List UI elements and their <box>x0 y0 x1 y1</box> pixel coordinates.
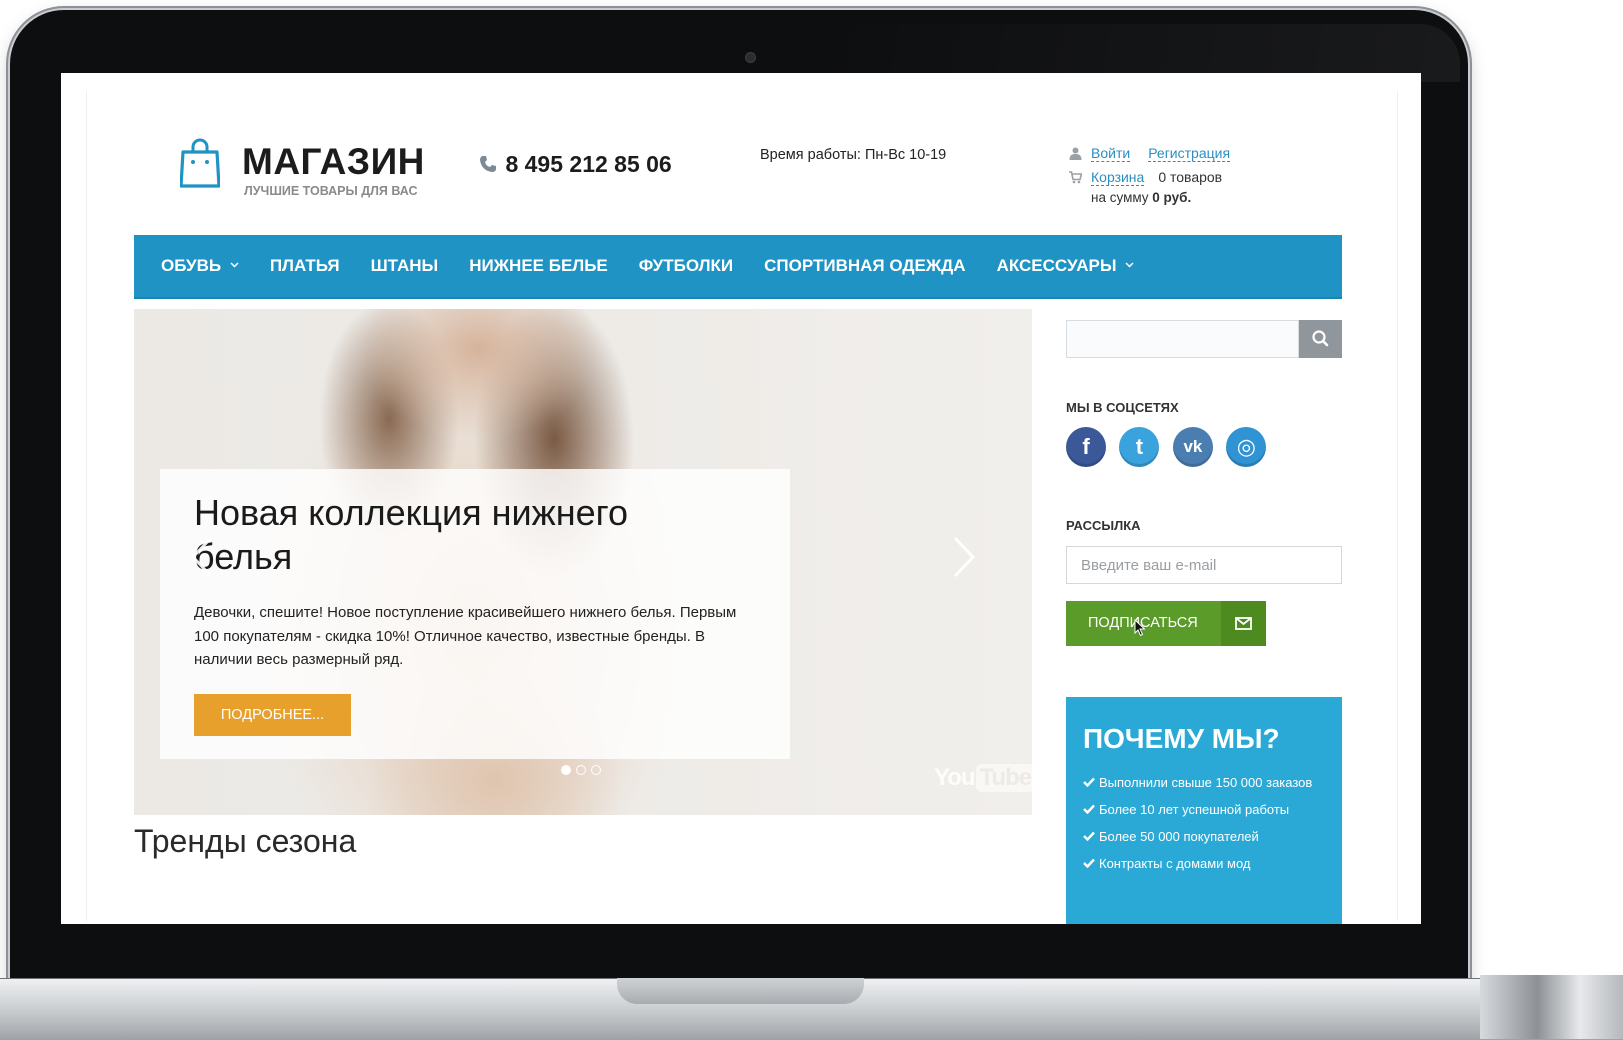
subscribe-button[interactable]: ПОДПИСАТЬСЯ <box>1066 601 1266 646</box>
section-title-trends: Тренды сезона <box>134 823 357 859</box>
camera-icon <box>745 52 756 63</box>
slider-dot[interactable] <box>561 765 571 775</box>
check-icon <box>1083 777 1095 787</box>
why-us-list: Выполнили свыше 150 000 заказов Более 10… <box>1083 769 1312 877</box>
laptop-screen: МАГАЗИН ЛУЧШИЕ ТОВАРЫ ДЛЯ ВАС 8 495 212 … <box>61 73 1421 924</box>
why-us-title: ПОЧЕМУ МЫ? <box>1083 723 1280 754</box>
nav-item-shoes[interactable]: ОБУВЬ <box>134 235 254 297</box>
list-item: Более 50 000 покупателей <box>1083 823 1312 850</box>
hero-slider[interactable]: Новая коллекция нижнего белья Девочки, с… <box>134 309 1032 815</box>
cart-sum: на сумму 0 руб. <box>1091 190 1191 205</box>
list-item: Более 10 лет успешной работы <box>1083 796 1312 823</box>
nav-item-pants[interactable]: ШТАНЫ <box>355 235 454 297</box>
phone-block: 8 495 212 85 06 <box>479 151 672 178</box>
more-button[interactable]: ПОДРОБНЕЕ... <box>194 694 351 736</box>
laptop-base-notch <box>617 978 864 1004</box>
cart-sum-label: на сумму <box>1091 190 1149 205</box>
slide-caption: Новая коллекция нижнего белья Девочки, с… <box>160 469 790 759</box>
newsletter-title: РАССЫЛКА <box>1066 518 1141 533</box>
envelope-icon <box>1235 617 1252 630</box>
vk-icon[interactable]: vk <box>1172 427 1213 467</box>
cart-count: 0 товаров <box>1158 169 1223 185</box>
slider-dots <box>561 762 606 780</box>
slider-dot[interactable] <box>576 765 586 775</box>
login-link[interactable]: Войти <box>1091 145 1131 162</box>
check-icon <box>1083 804 1095 814</box>
register-link[interactable]: Регистрация <box>1148 145 1231 162</box>
twitter-icon[interactable]: t <box>1119 427 1160 467</box>
cart-sum-value: 0 руб. <box>1152 190 1192 205</box>
logo-subtitle: ЛУЧШИЕ ТОВАРЫ ДЛЯ ВАС <box>244 184 418 198</box>
check-icon <box>1083 831 1095 841</box>
cart-link[interactable]: Корзина <box>1091 169 1145 186</box>
search-input[interactable] <box>1066 320 1299 358</box>
working-hours: Время работы: Пн-Вс 10-19 <box>760 147 947 163</box>
instagram-icon[interactable]: ◎ <box>1226 427 1267 467</box>
nav-item-underwear[interactable]: НИЖНЕЕ БЕЛЬЕ <box>454 235 624 297</box>
nav-item-tshirts[interactable]: ФУТБОЛКИ <box>623 235 748 297</box>
slider-prev-arrow-icon[interactable] <box>189 535 215 579</box>
nav-item-accessories[interactable]: АКСЕССУАРЫ <box>981 235 1150 297</box>
youtube-watermark: You Tube <box>934 764 1032 792</box>
slider-next-arrow-icon[interactable] <box>951 535 977 579</box>
nav-item-sportswear[interactable]: СПОРТИВНАЯ ОДЕЖДА <box>749 235 981 297</box>
search-box <box>1066 320 1342 358</box>
chevron-down-icon <box>1125 262 1134 268</box>
slide-title: Новая коллекция нижнего белья <box>194 492 628 577</box>
mouse-cursor-icon <box>1134 619 1146 637</box>
chevron-down-icon <box>230 262 239 268</box>
shopping-bag-icon <box>180 138 220 188</box>
slider-dot[interactable] <box>591 765 601 775</box>
email-field[interactable] <box>1066 546 1342 584</box>
why-us-block: ПОЧЕМУ МЫ? Выполнили свыше 150 000 заказ… <box>1066 697 1342 924</box>
facebook-icon[interactable]: f <box>1066 427 1106 467</box>
search-icon <box>1312 330 1329 347</box>
social-title: МЫ В СОЦСЕТЯХ <box>1066 400 1179 415</box>
nav-item-dresses[interactable]: ПЛАТЬЯ <box>254 235 355 297</box>
logo-title: МАГАЗИН <box>242 141 425 182</box>
user-icon <box>1069 147 1082 160</box>
shop-page: МАГАЗИН ЛУЧШИЕ ТОВАРЫ ДЛЯ ВАС 8 495 212 … <box>86 91 1398 924</box>
check-icon <box>1083 858 1095 868</box>
search-button[interactable] <box>1299 320 1342 358</box>
cart-icon <box>1069 171 1082 184</box>
phone-icon <box>480 156 496 172</box>
list-item: Контракты с домами мод <box>1083 850 1312 877</box>
main-nav: ОБУВЬ ПЛАТЬЯ ШТАНЫ НИЖНЕЕ БЕЛЬЕ ФУТБОЛКИ… <box>134 235 1342 299</box>
social-links: f t vk ◎ <box>1066 427 1275 467</box>
phone-number[interactable]: 8 495 212 85 06 <box>505 151 671 177</box>
slide-text: Девочки, спешите! Новое поступление крас… <box>194 604 737 668</box>
list-item: Выполнили свыше 150 000 заказов <box>1083 769 1312 796</box>
